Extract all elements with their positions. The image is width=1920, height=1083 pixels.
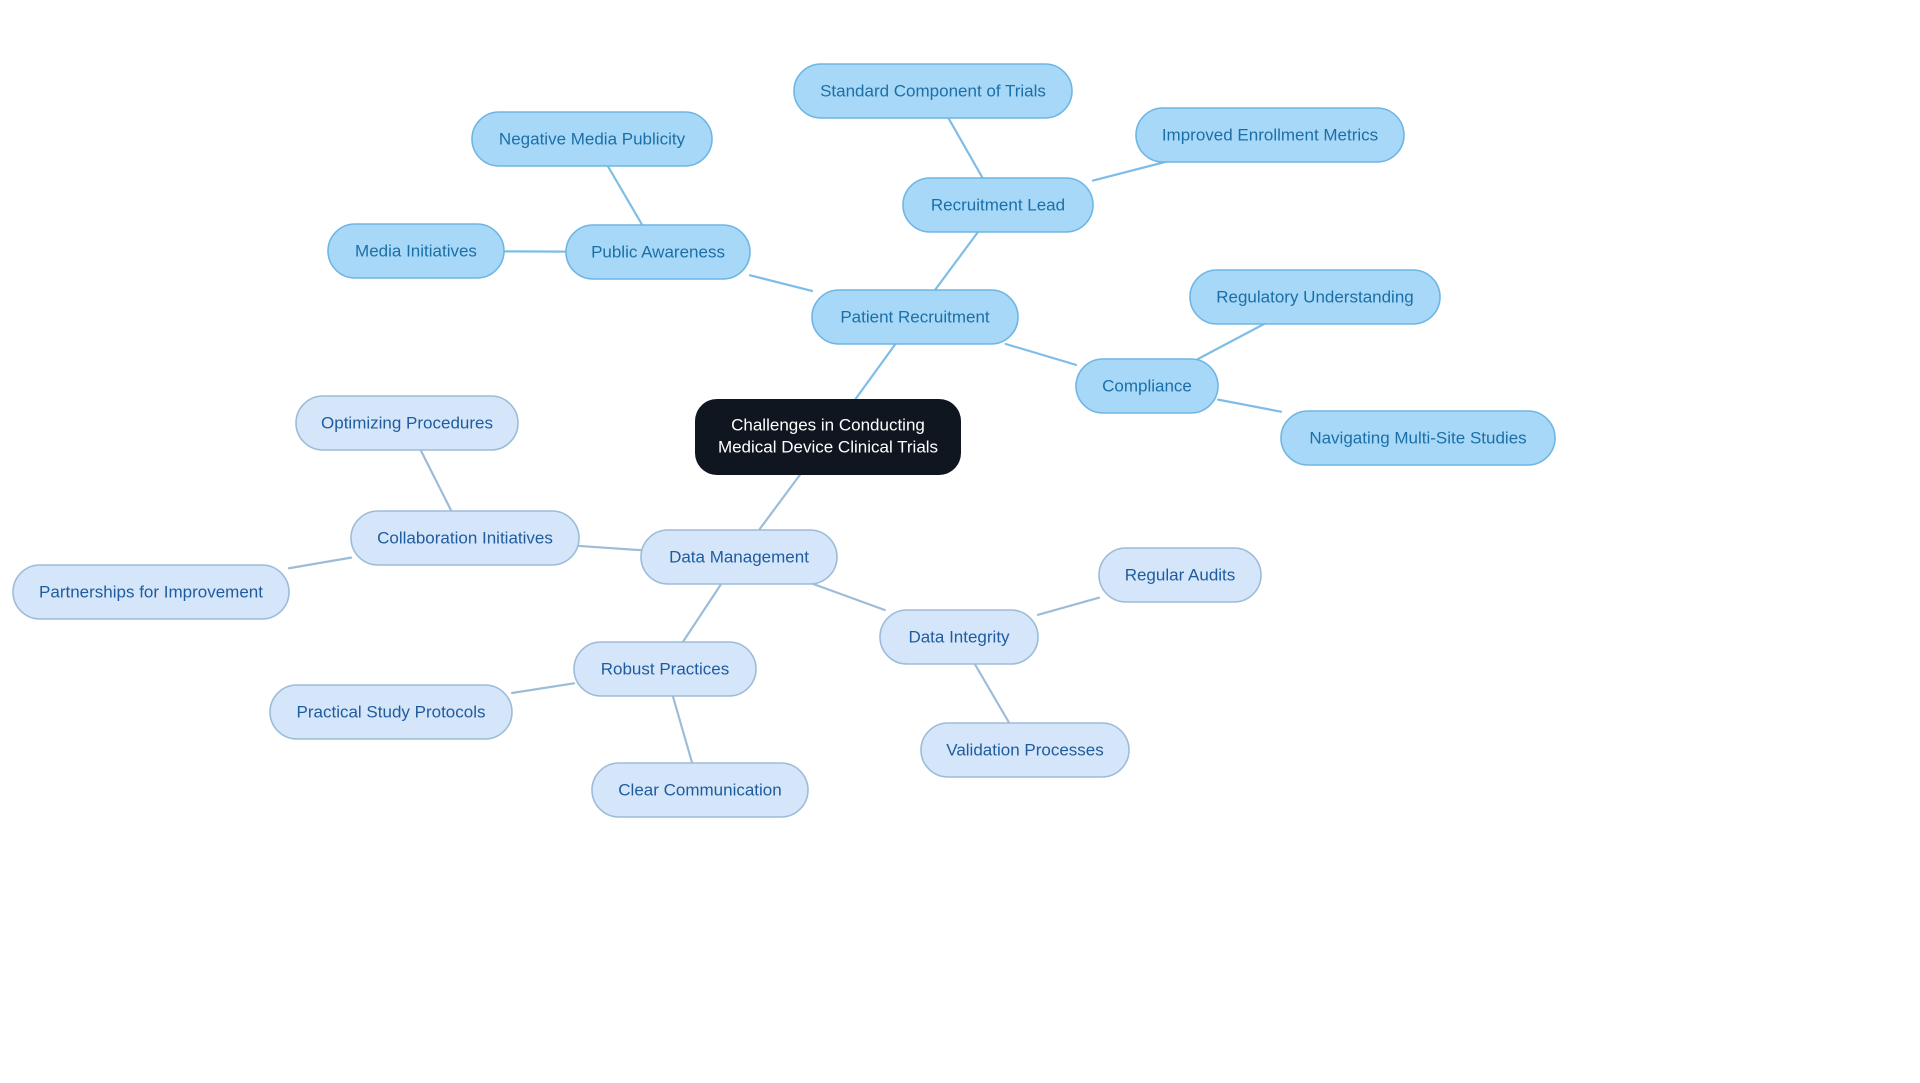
mindmap-node-robust-practices[interactable]: Robust Practices [573, 641, 757, 697]
mindmap-node-data-management[interactable]: Data Management [640, 529, 838, 585]
node-shape-optimizing-procedures[interactable] [295, 395, 519, 451]
mindmap-node-data-integrity[interactable]: Data Integrity [879, 609, 1039, 665]
node-shape-partnerships-for-improvement[interactable] [12, 564, 290, 620]
connector-patient-recruitment-to-public-awareness [748, 274, 814, 293]
connector-root-to-data-management [757, 473, 801, 532]
mindmap-node-regulatory-understanding[interactable]: Regulatory Understanding [1189, 269, 1441, 325]
connector-collaboration-initiatives-to-partnerships-for-improvement [287, 556, 353, 570]
mindmap-node-practical-study-protocols[interactable]: Practical Study Protocols [269, 684, 513, 740]
mindmap-node-clear-communication[interactable]: Clear Communication [591, 762, 809, 818]
mindmap-canvas: Challenges in Conducting Medical Device C… [0, 0, 1920, 1083]
connector-data-management-to-robust-practices [681, 582, 723, 644]
mindmap-node-improved-enrollment-metrics[interactable]: Improved Enrollment Metrics [1135, 107, 1405, 163]
node-shape-compliance[interactable] [1075, 358, 1219, 414]
node-shape-navigating-multi-site-studies[interactable] [1280, 410, 1556, 466]
node-shape-regular-audits[interactable] [1098, 547, 1262, 603]
connector-collaboration-initiatives-to-optimizing-procedures [419, 448, 453, 513]
connector-robust-practices-to-clear-communication [671, 694, 694, 765]
node-shape-negative-media-publicity[interactable] [471, 111, 713, 167]
connector-compliance-to-navigating-multi-site-studies [1216, 398, 1283, 413]
node-shape-robust-practices[interactable] [573, 641, 757, 697]
mindmap-node-patient-recruitment[interactable]: Patient Recruitment [811, 289, 1019, 345]
mindmap-node-media-initiatives[interactable]: Media Initiatives [327, 223, 505, 279]
node-shape-public-awareness[interactable] [565, 224, 751, 280]
connector-recruitment-lead-to-improved-enrollment-metrics [1091, 160, 1167, 182]
connector-public-awareness-to-negative-media-publicity [606, 164, 644, 227]
connector-data-management-to-data-integrity [812, 582, 886, 612]
mindmap-node-collaboration-initiatives[interactable]: Collaboration Initiatives [350, 510, 580, 566]
mindmap-node-validation-processes[interactable]: Validation Processes [920, 722, 1130, 778]
node-shape-data-integrity[interactable] [879, 609, 1039, 665]
connector-patient-recruitment-to-compliance [1004, 342, 1078, 366]
mindmap-root-node[interactable]: Challenges in ConductingMedical Device C… [695, 399, 961, 475]
node-shape-improved-enrollment-metrics[interactable] [1135, 107, 1405, 163]
connector-recruitment-lead-to-standard-component-of-trials [947, 116, 984, 180]
connector-data-integrity-to-validation-processes [973, 662, 1011, 725]
node-shape-validation-processes[interactable] [920, 722, 1130, 778]
mindmap-node-regular-audits[interactable]: Regular Audits [1098, 547, 1262, 603]
mindmap-node-optimizing-procedures[interactable]: Optimizing Procedures [295, 395, 519, 451]
node-shape-collaboration-initiatives[interactable] [350, 510, 580, 566]
mindmap-node-compliance[interactable]: Compliance [1075, 358, 1219, 414]
mindmap-node-recruitment-lead[interactable]: Recruitment Lead [902, 177, 1094, 233]
mindmap-node-navigating-multi-site-studies[interactable]: Navigating Multi-Site Studies [1280, 410, 1556, 466]
connector-data-management-to-collaboration-initiatives [577, 544, 643, 552]
connector-patient-recruitment-to-recruitment-lead [933, 230, 980, 292]
node-shape-regulatory-understanding[interactable] [1189, 269, 1441, 325]
mindmap-node-negative-media-publicity[interactable]: Negative Media Publicity [471, 111, 713, 167]
node-shape-data-management[interactable] [640, 529, 838, 585]
mindmap-node-partnerships-for-improvement[interactable]: Partnerships for Improvement [12, 564, 290, 620]
node-shape-practical-study-protocols[interactable] [269, 684, 513, 740]
node-shape-patient-recruitment[interactable] [811, 289, 1019, 345]
node-shape-clear-communication[interactable] [591, 762, 809, 818]
connector-robust-practices-to-practical-study-protocols [510, 682, 576, 695]
node-shape-recruitment-lead[interactable] [902, 177, 1094, 233]
mindmap-node-public-awareness[interactable]: Public Awareness [565, 224, 751, 280]
node-shape-media-initiatives[interactable] [327, 223, 505, 279]
mindmap-node-standard-component-of-trials[interactable]: Standard Component of Trials [793, 63, 1073, 119]
connector-data-integrity-to-regular-audits [1036, 596, 1101, 616]
root-node-shape[interactable] [695, 399, 961, 475]
node-shape-standard-component-of-trials[interactable] [793, 63, 1073, 119]
connector-compliance-to-regulatory-understanding [1196, 322, 1266, 361]
node-layer: Challenges in ConductingMedical Device C… [12, 63, 1556, 818]
mindmap-svg: Challenges in ConductingMedical Device C… [12, 63, 1556, 818]
connector-root-to-patient-recruitment [854, 342, 897, 401]
